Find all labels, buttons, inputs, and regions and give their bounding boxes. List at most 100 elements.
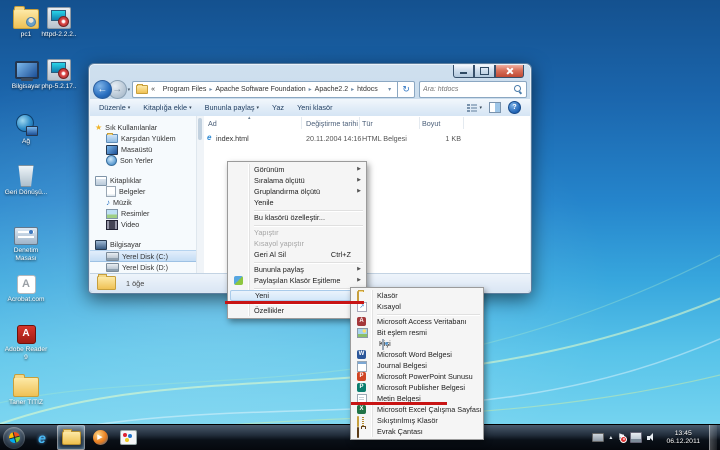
sidebar-item-karsidan-yuklem[interactable]: Karşıdan Yüklem (90, 133, 196, 144)
start-button[interactable] (3, 427, 25, 449)
taskbar-clock[interactable]: 13:45 06.12.2011 (662, 430, 704, 446)
taskbar-media-player[interactable]: ▶ (87, 426, 113, 449)
submenu-item-klasor[interactable]: Klasör (352, 290, 482, 301)
explorer-icon (62, 431, 81, 445)
tray-device-icon[interactable] (592, 433, 604, 442)
preview-pane-button[interactable] (489, 102, 501, 113)
sidebar-item-kitapliklar[interactable]: Kitaplıklar (90, 175, 196, 186)
sidebar-item-muzik[interactable]: ♪Müzik (90, 197, 196, 208)
chevron-right-icon[interactable]: ▸ (209, 86, 212, 93)
title-bar[interactable] (89, 64, 531, 80)
address-dropdown-icon[interactable]: ▾ (388, 86, 391, 93)
sidebar-item-video[interactable]: Video (90, 219, 196, 230)
menu-item-gorunum[interactable]: Görünüm▶ (229, 164, 365, 175)
new-folder-button[interactable]: Yeni klasör (297, 103, 332, 112)
column-header-degistirme[interactable]: Değiştirme tarihi (306, 119, 358, 128)
search-input[interactable] (423, 86, 514, 93)
desktop-icon-geri-donusum[interactable]: Geri Dönüşü... (3, 163, 49, 197)
list-view-icon (467, 104, 477, 112)
change-view-button[interactable]: ▾ (467, 104, 482, 112)
taskbar-explorer[interactable] (57, 425, 85, 450)
star-icon: ★ (95, 124, 102, 132)
menu-item-geri-al-sil[interactable]: Geri Al SilCtrl+Z (229, 249, 365, 260)
menu-item-bu-klasoru-ozellestir[interactable]: Bu klasörü özelleştir... (229, 212, 365, 223)
organize-button[interactable]: Düzenle▾ (99, 103, 130, 112)
breadcrumb-segment[interactable]: Program Files (163, 86, 207, 93)
desktop-icon-httpd[interactable]: httpd-2.2.2.. (36, 5, 82, 39)
help-button[interactable]: ? (508, 101, 521, 114)
organize-label: Düzenle (99, 103, 126, 112)
breadcrumb-segment[interactable]: htdocs (357, 86, 378, 93)
tray-expand-icon[interactable]: ▴ (609, 434, 612, 441)
sidebar-scrollbar[interactable] (196, 116, 204, 273)
minimize-button[interactable] (453, 65, 474, 78)
folder-icon (13, 377, 39, 397)
chevron-right-icon[interactable]: ▸ (351, 86, 354, 93)
close-button[interactable] (495, 65, 524, 78)
action-center-error-badge: x (620, 436, 627, 443)
refresh-button[interactable]: ↻ (398, 81, 415, 98)
network-tray-icon[interactable] (630, 432, 642, 443)
desktop-icon-php[interactable]: php-5.2.17.. (36, 57, 82, 91)
chevron-down-icon: ▾ (189, 105, 192, 111)
submenu-item-evrak-cantasi[interactable]: Evrak Çantası (352, 426, 482, 437)
desktop-icon-acrobat[interactable]: A Acrobat.com (3, 270, 49, 304)
burn-button[interactable]: Yaz (272, 103, 284, 112)
sidebar-item-belgeler[interactable]: Belgeler (90, 186, 196, 197)
sidebar-item-son-yerler[interactable]: Son Yerler (90, 155, 196, 166)
submenu-item-kisi[interactable]: Kişi (352, 338, 482, 349)
show-desktop-button[interactable] (709, 425, 717, 450)
column-header-ad[interactable]: Ad (208, 119, 217, 128)
action-center-icon[interactable]: ⚑x (617, 433, 625, 442)
volume-icon[interactable] (647, 433, 657, 442)
sidebar-item-bilgisayar[interactable]: Bilgisayar (90, 239, 196, 250)
breadcrumb-segment[interactable]: Apache2.2 (315, 86, 348, 93)
desktop-icon-denetim-masasi[interactable]: Denetim Masası (3, 221, 49, 262)
scrollbar-thumb[interactable] (198, 118, 202, 140)
submenu-item-sikistirilmis-klasor[interactable]: Sıkıştırılmış Klasör (352, 415, 482, 426)
add-to-library-button[interactable]: Kitaplığa ekle▾ (143, 103, 191, 112)
menu-item-yenile[interactable]: Yenile (229, 197, 365, 208)
breadcrumb-segment[interactable]: Apache Software Foundation (215, 86, 305, 93)
recent-pages-dropdown[interactable]: ▾ (128, 87, 131, 93)
network-icon (14, 114, 38, 136)
back-button[interactable]: ← (93, 80, 112, 99)
menu-item-yeni[interactable]: Yeni▶ (230, 290, 364, 301)
menu-item-gruplandirma-olcutu[interactable]: Gruplandırma ölçütü▶ (229, 186, 365, 197)
submenu-item-access[interactable]: AMicrosoft Access Veritabanı (352, 316, 482, 327)
column-header-tur[interactable]: Tür (362, 119, 373, 128)
sidebar-item-yerel-disk-c[interactable]: Yerel Disk (C:) (90, 250, 196, 262)
sidebar-item-resimler[interactable]: Resimler (90, 208, 196, 219)
breadcrumb[interactable]: « Program Files ▸ Apache Software Founda… (132, 81, 398, 98)
menu-item-label: Görünüm (254, 165, 284, 174)
submenu-item-excel[interactable]: XMicrosoft Excel Çalışma Sayfası (352, 404, 482, 415)
menu-item-siralama-olcutu[interactable]: Sıralama ölçütü▶ (229, 175, 365, 186)
taskbar-ie[interactable]: e (29, 426, 55, 449)
desktop-icon-adobe-reader[interactable]: A Adobe Reader 9 (3, 320, 49, 361)
sidebar-item-masaustu[interactable]: Masaüstü (90, 144, 196, 155)
maximize-button[interactable] (474, 65, 495, 78)
desktop-icon-taner[interactable]: Taner TITIZ (3, 373, 49, 407)
submenu-item-journal[interactable]: Journal Belgesi (352, 360, 482, 371)
desktop-icon-ag[interactable]: Ağ (3, 112, 49, 146)
menu-item-label: Sıralama ölçütü (254, 176, 305, 185)
menu-item-bununla-paylas[interactable]: Bununla paylaş▶ (229, 264, 365, 275)
column-header-boyut[interactable]: Boyut (422, 119, 440, 128)
submenu-item-kisayol[interactable]: ↗Kısayol (352, 301, 482, 312)
submenu-item-bit-eslem[interactable]: Bit eşlem resmi (352, 327, 482, 338)
sidebar-item-yerel-disk-d[interactable]: Yerel Disk (D:) (90, 262, 196, 273)
submenu-item-powerpoint[interactable]: PMicrosoft PowerPoint Sunusu (352, 371, 482, 382)
taskbar-paint[interactable] (115, 426, 141, 449)
file-row-index-html[interactable]: e index.html 20.11.2004 14:16 HTML Belge… (204, 132, 528, 144)
search-box[interactable] (419, 81, 527, 98)
menu-item-paylasilan-klasor-esitleme[interactable]: Paylaşılan Klasör Eşitleme▶ (229, 275, 365, 286)
menu-item-ozellikler[interactable]: Özellikler (229, 305, 365, 316)
share-with-button[interactable]: Bununla paylaş▾ (205, 103, 259, 112)
chevron-right-icon[interactable]: ▸ (309, 86, 312, 93)
submenu-item-word[interactable]: WMicrosoft Word Belgesi (352, 349, 482, 360)
breadcrumb-overflow[interactable]: « (151, 86, 155, 93)
sort-ascending-icon: ▴ (248, 115, 251, 121)
sidebar-item-sik-kullanilanlar[interactable]: ★Sık Kullanılanlar (90, 122, 196, 133)
submenu-item-publisher[interactable]: PMicrosoft Publisher Belgesi (352, 382, 482, 393)
menu-item-label: Geri Al Sil (254, 250, 286, 259)
